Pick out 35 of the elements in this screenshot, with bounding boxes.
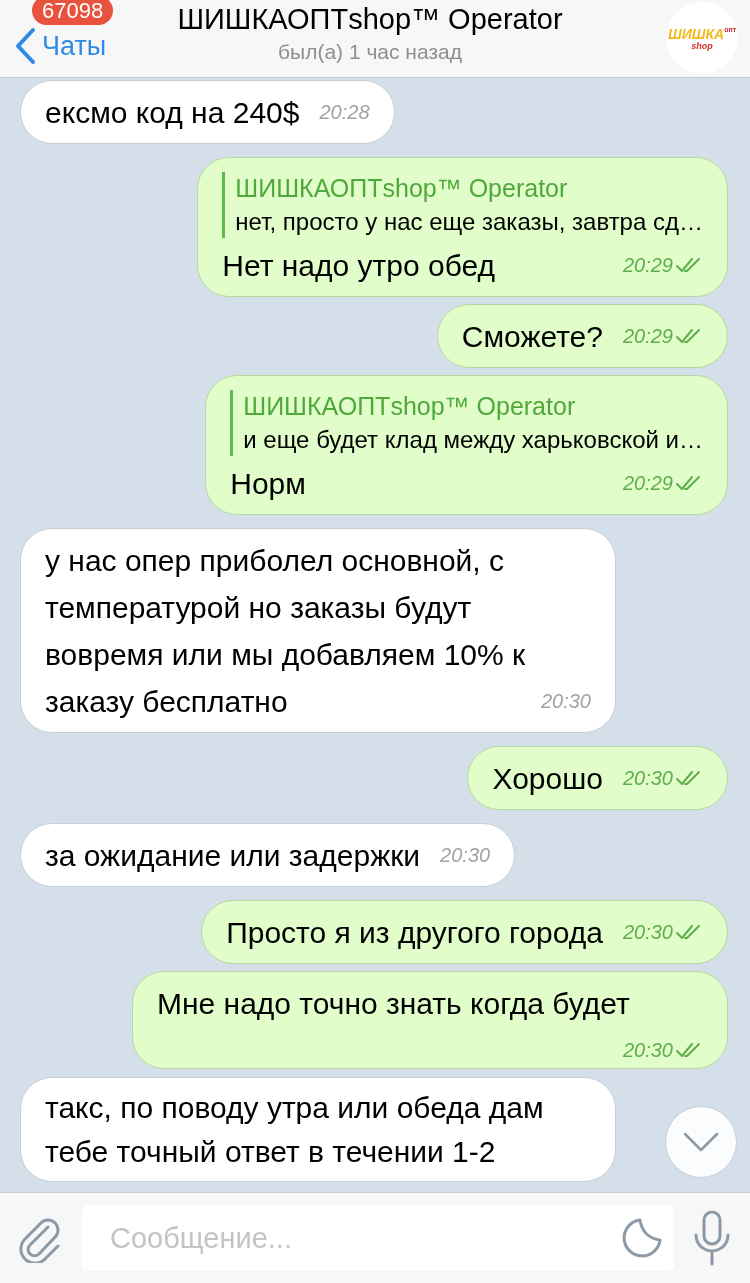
chat-title: ШИШКАОПТshop™ Operator bbox=[177, 2, 563, 37]
message-text: Хорошо bbox=[492, 762, 603, 795]
quote-text: и еще будет клад между харьковской и… bbox=[243, 425, 703, 455]
quote-text: нет, просто у нас еще заказы, завтра сд… bbox=[235, 207, 703, 237]
message-time: 20:30 bbox=[622, 767, 673, 789]
message-time: 20:29 bbox=[622, 325, 673, 347]
reply-quote[interactable]: ШИШКАОПТshop™ Operator и еще будет клад между харьковской и… bbox=[230, 390, 703, 456]
quote-author: ШИШКАОПТshop™ Operator bbox=[235, 173, 569, 204]
microphone-icon[interactable] bbox=[692, 1209, 732, 1267]
quote-author: ШИШКАОПТshop™ Operator bbox=[243, 391, 577, 422]
message-text: за ожидание или задержки bbox=[45, 839, 421, 872]
unread-badge: 67098 bbox=[32, 0, 114, 25]
last-seen-status: был(а) 1 час назад bbox=[278, 39, 462, 65]
message-text: такс, по поводу утра или обеда дам тебе точный ответ в течении 1-2 bbox=[45, 1091, 544, 1168]
logo-text: ШИШКА bbox=[667, 25, 725, 42]
logo-subtext: shop bbox=[691, 41, 713, 51]
message-text: Сможете? bbox=[461, 320, 603, 353]
reply-quote[interactable]: ШИШКАОПТshop™ Operator нет, просто у нас еще заказы, завтра сд… bbox=[222, 172, 703, 238]
message-time: 20:30 bbox=[540, 690, 591, 712]
message-text: Нет надо утро обед bbox=[222, 249, 496, 282]
message-text: у нас опер приболел основной, с температурой но заказы будут вовремя или мы добавляем 10% к заказу бесплатно bbox=[45, 544, 526, 718]
message-text: ексмо код на 240$ bbox=[45, 96, 300, 129]
message-text: Просто я из другого города bbox=[226, 916, 603, 949]
message-text: Норм bbox=[230, 467, 306, 500]
message-time: 20:30 bbox=[622, 921, 673, 943]
message-text: Мне надо точно знать когда будет bbox=[157, 987, 630, 1020]
message-time: 20:29 bbox=[622, 472, 673, 494]
sticker-icon[interactable] bbox=[620, 1216, 664, 1260]
chevron-down-icon bbox=[683, 1132, 719, 1152]
message-time: 20:30 bbox=[622, 1039, 673, 1061]
back-chevron-icon bbox=[14, 27, 36, 65]
message-field[interactable]: Сообщение... bbox=[82, 1205, 674, 1271]
message-time: 20:30 bbox=[440, 844, 491, 866]
message-time: 20:28 bbox=[319, 101, 370, 123]
message-time: 20:29 bbox=[622, 254, 673, 276]
